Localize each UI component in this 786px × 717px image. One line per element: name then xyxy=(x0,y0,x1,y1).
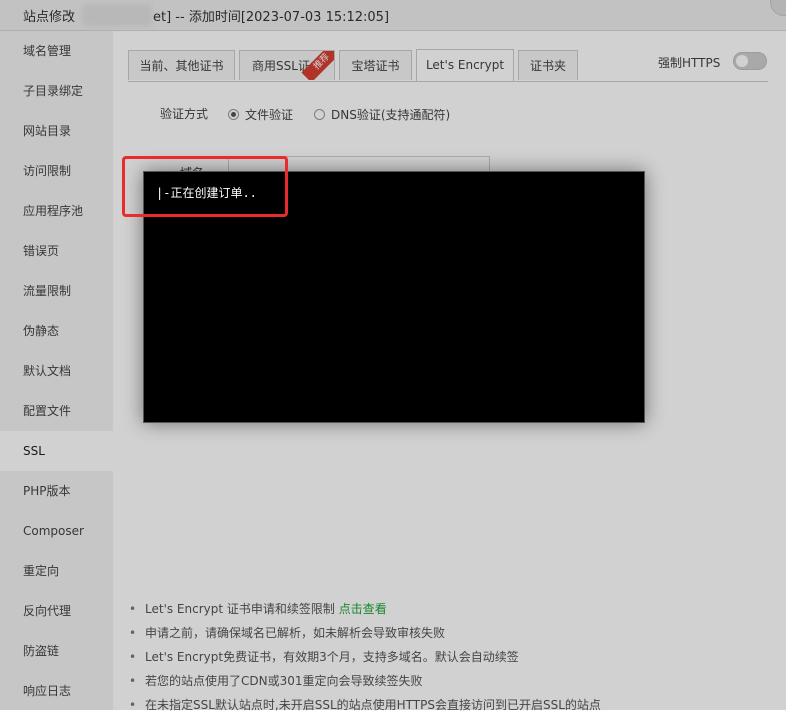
highlight-box xyxy=(122,156,288,217)
